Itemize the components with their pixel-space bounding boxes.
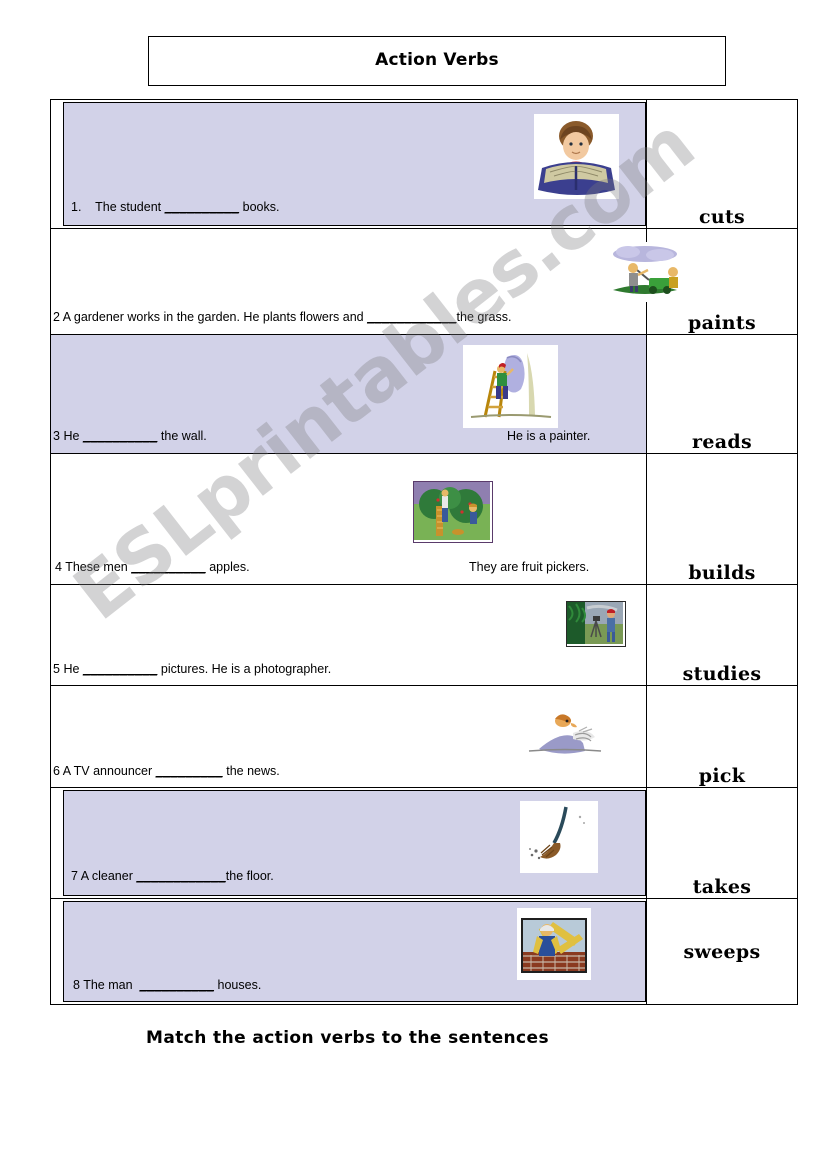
- sentence-cell: 5 He __________ pictures. He is a photog…: [50, 584, 647, 686]
- answer-blank[interactable]: _________: [156, 764, 223, 778]
- verb-word[interactable]: cuts: [699, 206, 745, 228]
- sentence-before: The student: [95, 200, 162, 214]
- page-title: Action Verbs: [375, 50, 499, 70]
- sentence-number: 6: [53, 764, 60, 778]
- sentence-tail-note: He is a painter.: [507, 429, 591, 443]
- sentence-after: the wall.: [160, 429, 207, 443]
- verb-word[interactable]: builds: [688, 562, 755, 584]
- verb-cell: takes: [646, 787, 798, 899]
- table-row: 3 He __________ the wall. He is a painte…: [50, 334, 798, 454]
- sentence-number: 7: [71, 869, 78, 883]
- verb-word[interactable]: takes: [693, 876, 752, 898]
- sentence-cell: 3 He __________ the wall. He is a painte…: [50, 334, 647, 454]
- sentence-after: houses.: [217, 978, 262, 992]
- table-row: 6 A TV announcer _________ the news. pic…: [50, 685, 798, 788]
- table-row: 7 A cleaner ____________the floor. takes: [50, 787, 798, 899]
- sentence-before: He: [63, 429, 80, 443]
- broom-sweeping-image: [520, 801, 598, 873]
- sentence-number: 8: [73, 978, 80, 992]
- sentence-after: the floor.: [225, 869, 274, 883]
- sentence-text: 5 He __________ pictures. He is a photog…: [53, 662, 646, 676]
- sentence-before: A gardener works in the garden. He plant…: [62, 310, 364, 324]
- sentence-cell: 7 A cleaner ____________the floor.: [50, 787, 647, 899]
- apple-pickers-orchard-image: [413, 481, 493, 543]
- instruction-caption: Match the action verbs to the sentences: [146, 1028, 549, 1048]
- sentence-text: 7 A cleaner ____________the floor.: [71, 869, 646, 883]
- verb-cell: pick: [646, 685, 798, 788]
- verb-word[interactable]: pick: [699, 765, 745, 787]
- student-reading-book-image: [534, 114, 619, 199]
- sentence-after: pictures. He is a photographer.: [160, 662, 332, 676]
- verb-cell: studies: [646, 584, 798, 686]
- verb-cell: sweeps: [646, 898, 798, 1005]
- lawnmower-gardener-image: [603, 242, 685, 302]
- table-row: 1. The student __________ books. cuts: [50, 99, 798, 229]
- table-row: 2 A gardener works in the garden. He pla…: [50, 228, 798, 335]
- verb-word[interactable]: reads: [692, 431, 752, 453]
- title-box: Action Verbs: [148, 36, 726, 86]
- sentence-cell: 6 A TV announcer _________ the news.: [50, 685, 647, 788]
- news-announcer-image: [521, 711, 607, 756]
- answer-blank[interactable]: __________: [131, 560, 206, 574]
- sentence-cell: 8 The man __________ houses.: [50, 898, 647, 1005]
- verb-cell: cuts: [646, 99, 798, 229]
- sentence-before: The man: [83, 978, 133, 992]
- answer-blank[interactable]: __________: [83, 429, 158, 443]
- builder-construction-image: [517, 908, 591, 980]
- table-row: 4 These men __________ apples. They are …: [50, 453, 798, 585]
- verb-word[interactable]: paints: [688, 312, 756, 334]
- sentence-after: books.: [242, 200, 280, 214]
- sentence-before: These men: [65, 560, 128, 574]
- verb-cell: builds: [646, 453, 798, 585]
- verb-word[interactable]: sweeps: [683, 941, 760, 963]
- sentence-after: the grass.: [456, 310, 512, 324]
- worksheet-table: 1. The student __________ books. cuts 2 …: [50, 99, 798, 1005]
- sentence-cell: 1. The student __________ books.: [50, 99, 647, 229]
- sentence-before: A cleaner: [80, 869, 133, 883]
- sentence-cell: 2 A gardener works in the garden. He pla…: [50, 228, 685, 335]
- sentence-text: 6 A TV announcer _________ the news.: [53, 764, 646, 778]
- verb-cell: reads: [646, 334, 798, 454]
- photographer-tripod-image: [566, 601, 626, 647]
- answer-blank[interactable]: ____________: [367, 310, 456, 324]
- sentence-text: 1. The student __________ books.: [71, 200, 646, 214]
- table-row: 5 He __________ pictures. He is a photog…: [50, 584, 798, 686]
- painter-on-ladder-image: [463, 345, 558, 428]
- sentence-text: 2 A gardener works in the garden. He pla…: [53, 310, 646, 324]
- sentence-number: 1.: [71, 200, 82, 214]
- answer-blank[interactable]: ____________: [136, 869, 225, 883]
- sentence-text: 8 The man __________ houses.: [73, 978, 646, 992]
- sentence-before: He: [63, 662, 80, 676]
- sentence-tail-note: They are fruit pickers.: [469, 560, 590, 574]
- sentence-number: 4: [55, 560, 62, 574]
- sentence-after: the news.: [226, 764, 280, 778]
- sentence-number: 2: [53, 310, 60, 324]
- answer-blank[interactable]: __________: [140, 978, 215, 992]
- answer-blank[interactable]: __________: [165, 200, 240, 214]
- answer-blank[interactable]: __________: [83, 662, 158, 676]
- sentence-before: A TV announcer: [62, 764, 153, 778]
- verb-word[interactable]: studies: [683, 663, 762, 685]
- sentence-after: apples.: [209, 560, 250, 574]
- sentence-cell: 4 These men __________ apples. They are …: [50, 453, 647, 585]
- sentence-number: 5: [53, 662, 60, 676]
- table-row: 8 The man __________ houses. sweeps: [50, 898, 798, 1005]
- sentence-number: 3: [53, 429, 60, 443]
